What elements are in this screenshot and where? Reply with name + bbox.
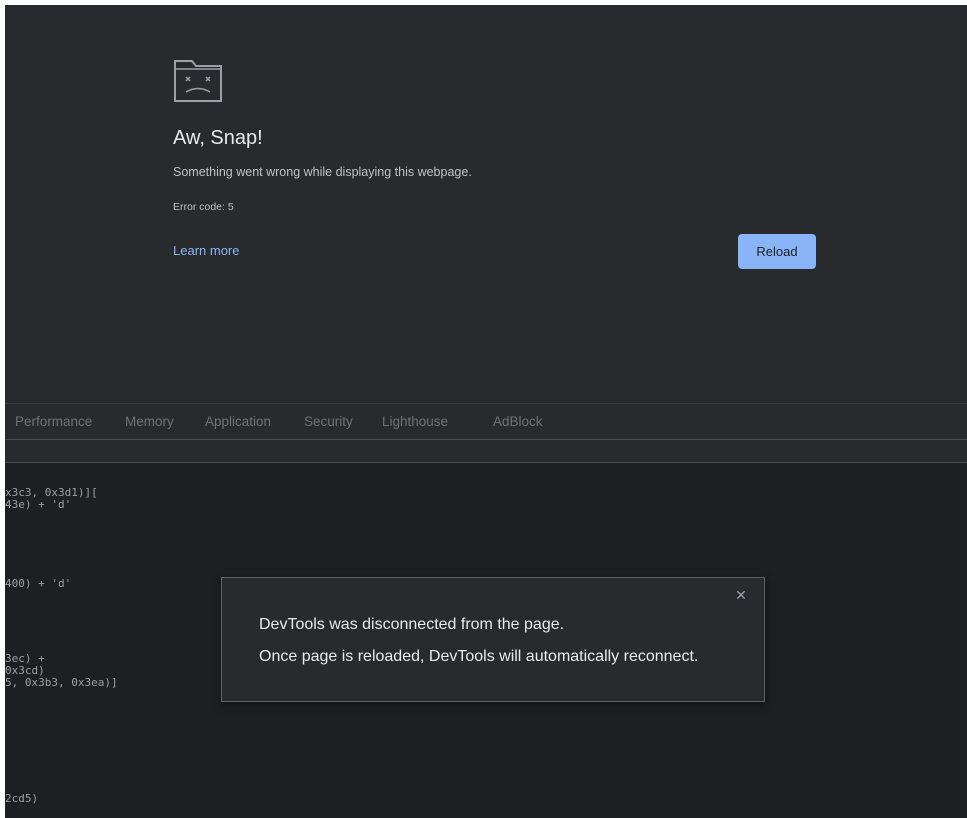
code-line: 43e) + 'd' [5, 498, 72, 511]
dialog-message: DevTools was disconnected from the page. [259, 616, 565, 633]
tab-lighthouse[interactable]: Lighthouse [382, 404, 448, 439]
browser-viewport: Aw, Snap! Something went wrong while dis… [5, 5, 967, 818]
crash-message: Something went wrong while displaying th… [173, 165, 472, 179]
reload-button[interactable]: Reload [738, 234, 816, 269]
code-line: 2cd5) [5, 792, 39, 805]
devtools-toolbar [5, 440, 967, 463]
tab-memory[interactable]: Memory [125, 404, 174, 439]
tab-adblock[interactable]: AdBlock [493, 404, 543, 439]
code-line: 5, 0x3b3, 0x3ea)] [5, 676, 118, 689]
tab-application[interactable]: Application [205, 404, 271, 439]
crash-title: Aw, Snap! [173, 127, 263, 149]
code-line: 400) + 'd' [5, 577, 72, 590]
dialog-submessage: Once page is reloaded, DevTools will aut… [259, 648, 699, 665]
error-code: Error code: 5 [173, 201, 234, 213]
close-icon[interactable]: ✕ [734, 588, 748, 602]
learn-more-link[interactable]: Learn more [173, 243, 239, 258]
tab-performance[interactable]: Performance [15, 404, 92, 439]
sad-folder-icon [174, 60, 222, 102]
crash-page: Aw, Snap! Something went wrong while dis… [5, 5, 967, 403]
disconnected-dialog: ✕ DevTools was disconnected from the pag… [221, 577, 765, 702]
tab-security[interactable]: Security [304, 404, 353, 439]
devtools-tab-bar: Performance Memory Application Security … [5, 403, 967, 440]
